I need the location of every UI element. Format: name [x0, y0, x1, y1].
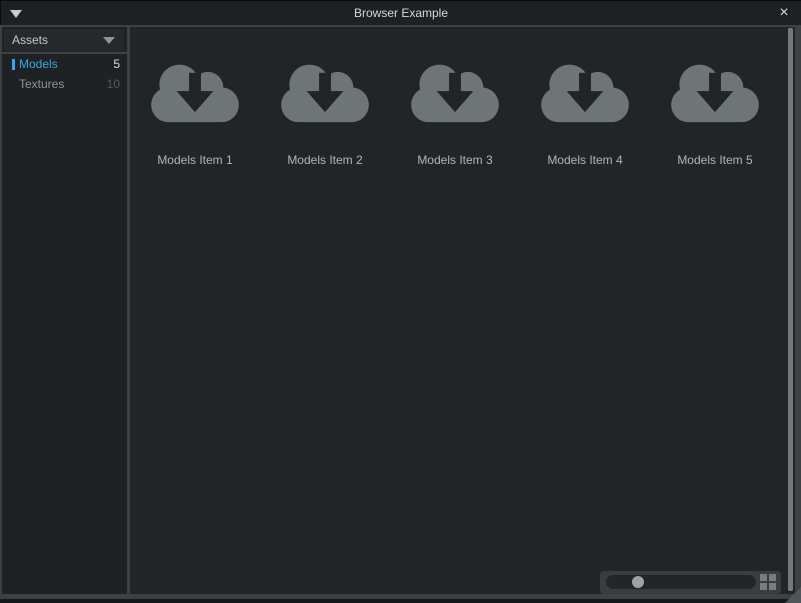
asset-label: Models Item 5 [677, 153, 752, 167]
thumbnail-size-control [600, 571, 781, 594]
asset-grid: Models Item 1 Models Item 2 [130, 27, 795, 167]
asset-label: Models Item 4 [547, 153, 622, 167]
window-title: Browser Example [1, 1, 801, 26]
cloud-download-icon [669, 60, 761, 124]
category-sidebar: Assets Models 5 Textures 10 [2, 27, 127, 594]
grid-view-icon[interactable] [760, 574, 776, 590]
asset-card[interactable]: Models Item 3 [390, 60, 520, 167]
category-list: Models 5 Textures 10 [2, 54, 127, 94]
asset-card[interactable]: Models Item 4 [520, 60, 650, 167]
cloud-download-icon [409, 60, 501, 124]
vertical-scrollbar[interactable] [788, 28, 793, 591]
zoom-slider-track[interactable] [606, 575, 756, 589]
asset-grid-panel: Models Item 1 Models Item 2 [130, 27, 795, 594]
zoom-slider-handle[interactable] [632, 576, 644, 588]
browser-example-window: Browser Example × Assets Models 5 Textur… [0, 0, 801, 603]
chevron-down-icon [103, 37, 115, 44]
resize-grip[interactable] [785, 587, 801, 603]
sidebar-item-textures[interactable]: Textures 10 [2, 74, 127, 94]
category-count-badge: 10 [107, 77, 120, 91]
window-bottom-edge [0, 599, 801, 603]
collection-dropdown[interactable]: Assets [4, 29, 124, 51]
asset-label: Models Item 3 [417, 153, 492, 167]
asset-card[interactable]: Models Item 5 [650, 60, 780, 167]
close-button[interactable]: × [774, 1, 794, 26]
cloud-download-icon [149, 60, 241, 124]
selection-marker [12, 59, 15, 70]
category-label: Textures [19, 77, 64, 91]
asset-label: Models Item 1 [157, 153, 232, 167]
collection-dropdown-value: Assets [12, 33, 48, 47]
asset-label: Models Item 2 [287, 153, 362, 167]
sidebar-item-models[interactable]: Models 5 [2, 54, 127, 74]
titlebar: Browser Example × [0, 0, 801, 25]
category-count-badge: 5 [113, 57, 120, 71]
asset-card[interactable]: Models Item 2 [260, 60, 390, 167]
asset-card[interactable]: Models Item 1 [130, 60, 260, 167]
cloud-download-icon [279, 60, 371, 124]
category-label: Models [19, 57, 58, 71]
cloud-download-icon [539, 60, 631, 124]
